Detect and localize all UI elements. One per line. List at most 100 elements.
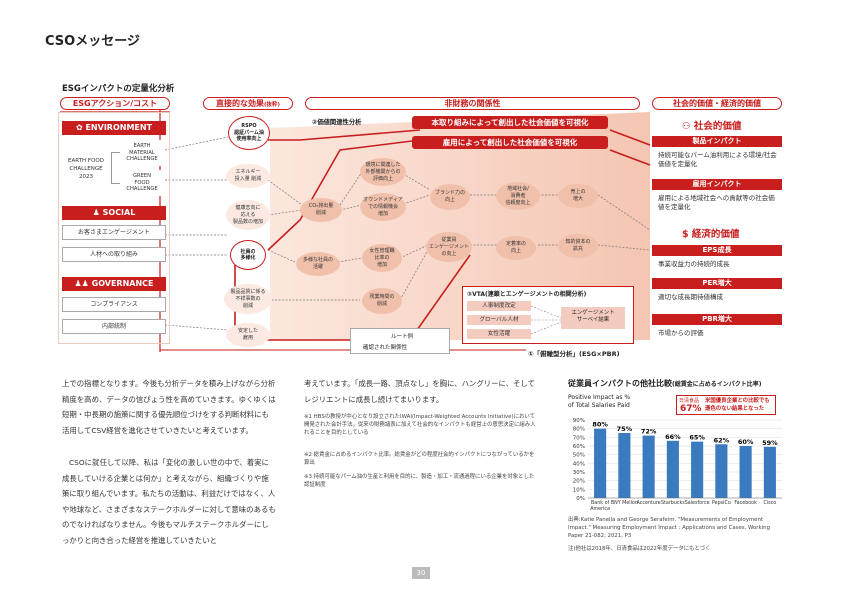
- earth-material-box: EARTH MATERIAL CHALLENGE: [120, 140, 164, 166]
- bar-0: [594, 428, 607, 498]
- category-label: BNY Mellon: [611, 500, 638, 506]
- bar-value-label: 62%: [714, 436, 730, 444]
- y-tick-label: 0%: [576, 496, 585, 502]
- category-label: America: [590, 506, 610, 512]
- header-direct-effect-label: 直接的な効果: [215, 99, 264, 108]
- external-eval-node: 環境に関連した 外部機関からの 評価向上: [360, 158, 406, 186]
- employment-impact-bar: 雇用インパクト: [652, 179, 782, 190]
- header-esg-action: ESGアクション/コスト: [60, 97, 170, 110]
- category-label: PepsiCo: [712, 500, 731, 506]
- vta-item-3: 女性活躍: [467, 329, 531, 339]
- ribbon-product-value: 本取り組みによって創出した社会価値を可視化: [412, 116, 608, 129]
- vta-item-1: 人事制度改定: [467, 301, 531, 311]
- pbr-bar: PBR増大: [652, 314, 782, 325]
- y-tick-label: 50%: [573, 453, 585, 459]
- chart-svg: 0%10%20%30%40%50%60%70%80%90% 80%Bank ofA…: [573, 418, 782, 512]
- body-col1-p2: CSOに就任して以降、私は「変化の激しい世の中で、着実に成長していける企業とは何…: [62, 458, 276, 545]
- compliance-box: コンプライアンス: [62, 297, 166, 312]
- economic-value-title-text: 経済的価値: [691, 229, 740, 240]
- co2-node: CO₂排出量 削減: [300, 198, 342, 222]
- energy-node: エネルギー 投入量 削減: [226, 164, 270, 188]
- bar-1: [618, 433, 631, 498]
- brand-node: ブランド力の 向上: [430, 184, 470, 210]
- governance-bar: ♟♟ GOVERNANCE: [62, 277, 166, 291]
- economic-value-title: $ 経済的価値: [682, 226, 739, 240]
- chart-ylabel: Positive Impact as % of Total Salaries P…: [568, 394, 631, 409]
- eps-desc: 事業収益力の持続的成長: [658, 260, 730, 268]
- chart-source: 出典:Katie Panella and George Serafeim. "M…: [568, 517, 770, 539]
- social-title: SOCIAL: [102, 208, 136, 217]
- health-node: 健康志向に 応える 製品数の増加: [226, 200, 270, 230]
- female-node: 女性管理職 比率の 増加: [362, 244, 402, 272]
- vta-item-2: グローバル人材: [467, 315, 531, 325]
- body-col2: 考えています。「成長一路、頂点なし」を胸に、ハングリーに、そしてレジリエントに成…: [304, 379, 536, 404]
- dollar-icon: $: [682, 229, 692, 240]
- header-direct-effect-sub: (抜粋): [263, 102, 281, 108]
- header-social-value: 社会的価値・経済的価値: [652, 97, 782, 110]
- people-icon: ♟: [92, 208, 103, 217]
- y-tick-label: 20%: [573, 479, 585, 485]
- bar-value-label: 80%: [592, 421, 608, 429]
- env-bracket: [111, 152, 120, 184]
- vta-box: ③VTA(連鎖とエンゲージメントの相関分析) 人事制度改定 グローバル人材 女性…: [462, 286, 634, 344]
- page-number: 30: [412, 567, 430, 579]
- vta-arrows: [531, 305, 561, 335]
- environment-bar: ✿ ENVIRONMENT: [62, 121, 166, 135]
- right-panel: ⚇ 社会的価値 製品インパクト 持続可能なパーム油利用による環境/社会価値を定量…: [652, 112, 782, 348]
- customer-engagement-box: お客さまエンゲージメント: [62, 225, 166, 240]
- verified-legend-label: 確認された関係性: [363, 345, 408, 351]
- bar-5: [715, 444, 728, 498]
- category-label: Facebook: [734, 500, 757, 506]
- y-tick-label: 10%: [573, 487, 585, 493]
- environment-challenge-box: EARTH FOOD CHALLENGE 2023: [62, 140, 110, 198]
- product-quality-node: 製品品質に係る 不祥事数の 削減: [224, 284, 272, 314]
- bar-value-label: 66%: [665, 433, 681, 441]
- social-bar: ♟ SOCIAL: [62, 206, 166, 220]
- ip-node: 知的資本の 拡充: [558, 234, 598, 258]
- bar-value-label: 59%: [762, 439, 778, 447]
- product-impact-desc: 持続可能なパーム油利用による環境/社会価値を定量化: [658, 151, 777, 168]
- header-nonfinancial: 非財務の関係性: [305, 97, 640, 110]
- category-label: Bank of: [591, 500, 610, 506]
- per-bar: PER増大: [652, 278, 782, 289]
- social-value-title: ⚇ 社会的価値: [682, 118, 741, 132]
- local-trust-node: 地域社会/ 消費者 信頼度向上: [496, 182, 540, 210]
- legend-box: ルート例 確認された関係性: [350, 328, 450, 354]
- people-value-icon: ⚇: [682, 121, 694, 132]
- bar-2: [642, 435, 655, 498]
- overtime-node: 残業時間の 削減: [362, 288, 402, 314]
- retention-node: 定着率の 向上: [496, 236, 536, 260]
- environment-title: ENVIRONMENT: [85, 123, 153, 132]
- eps-bar: EPS成長: [652, 245, 782, 256]
- y-tick-label: 60%: [573, 444, 585, 450]
- rspo-node: RSPO 認証パーム油 使用率向上: [228, 116, 270, 150]
- category-label: Salesforce: [685, 500, 710, 506]
- category-label: Starbucks: [661, 500, 685, 506]
- body-col1-p1: 上での指標となります。今後も分析データを積み上げながら分析精度を高め、データの信…: [62, 379, 276, 435]
- sales-node: 売上の 増大: [558, 184, 598, 208]
- social-value-title-text: 社会的価値: [693, 121, 742, 132]
- category-label: Cisco: [763, 500, 776, 506]
- bar-4: [691, 441, 704, 498]
- owned-media-node: オウンドメディア での情報機会 増加: [360, 193, 406, 221]
- category-label: Accenture: [637, 500, 661, 506]
- header-direct-effect: 直接的な効果(抜粋): [203, 97, 293, 110]
- talent-initiative-box: 人材への取り組み: [62, 247, 166, 262]
- diversity-node: 社員の 多様化: [230, 240, 266, 270]
- engagement-node: 従業員 エンゲージメント の向上: [426, 232, 472, 262]
- ribbon-employment-value: 雇用によって創出した社会価値を可視化: [412, 136, 608, 149]
- callout-text: 米国優良企業との比較でも遜色のない結果となった: [705, 398, 770, 412]
- y-tick-label: 30%: [573, 470, 585, 476]
- bar-3: [666, 440, 679, 498]
- y-tick-label: 90%: [573, 418, 585, 424]
- bar-7: [763, 446, 776, 498]
- product-impact-bar: 製品インパクト: [652, 136, 782, 147]
- bar-value-label: 75%: [617, 425, 633, 433]
- employment-impact-desc: 雇用による地域社会への貢献等の社会価値を定量化: [658, 194, 775, 211]
- green-food-box: GREEN FOOD CHALLENGE: [120, 170, 164, 196]
- bar-value-label: 60%: [738, 438, 754, 446]
- diverse-talent-node: 多様な社員の 活躍: [296, 252, 340, 276]
- chart-subtitle: (総賃金に占めるインパクト比率): [672, 381, 762, 388]
- governance-title: GOVERNANCE: [91, 279, 154, 288]
- y-tick-label: 40%: [573, 461, 585, 467]
